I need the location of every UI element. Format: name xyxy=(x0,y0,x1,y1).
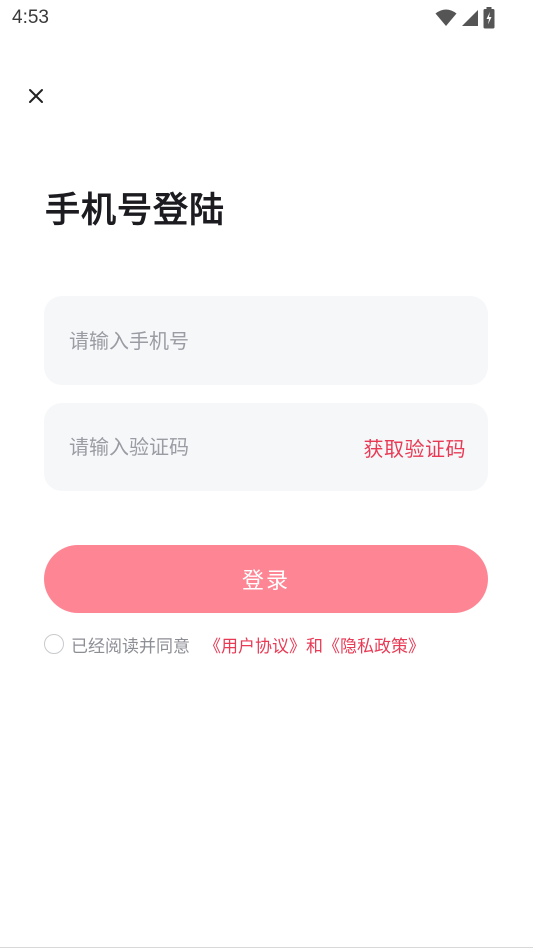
privacy-policy-link[interactable]: 《隐私政策》 xyxy=(323,632,425,657)
status-time: 4:53 xyxy=(12,7,49,28)
status-bar: 4:53 xyxy=(0,0,533,36)
code-field-container: 获取验证码 xyxy=(44,403,488,491)
verification-code-input[interactable] xyxy=(69,435,364,459)
agreement-row: 已经阅读并同意 《用户协议》 和 《隐私政策》 xyxy=(44,631,425,657)
close-button[interactable] xyxy=(22,84,50,112)
page-title: 手机号登陆 xyxy=(45,191,226,231)
get-code-button[interactable]: 获取验证码 xyxy=(364,433,467,462)
phone-field-container xyxy=(44,296,488,385)
phone-input[interactable] xyxy=(69,328,466,353)
login-button[interactable]: 登录 xyxy=(44,545,488,613)
battery-charging-icon xyxy=(483,7,495,29)
agree-checkbox[interactable] xyxy=(44,634,64,654)
agreement-and: 和 xyxy=(306,636,323,657)
close-icon xyxy=(28,88,44,108)
user-agreement-link[interactable]: 《用户协议》 xyxy=(204,632,306,657)
wifi-icon xyxy=(435,9,457,27)
signal-icon xyxy=(461,9,479,27)
status-icons xyxy=(435,7,495,29)
agreement-prefix: 已经阅读并同意 xyxy=(71,636,190,657)
